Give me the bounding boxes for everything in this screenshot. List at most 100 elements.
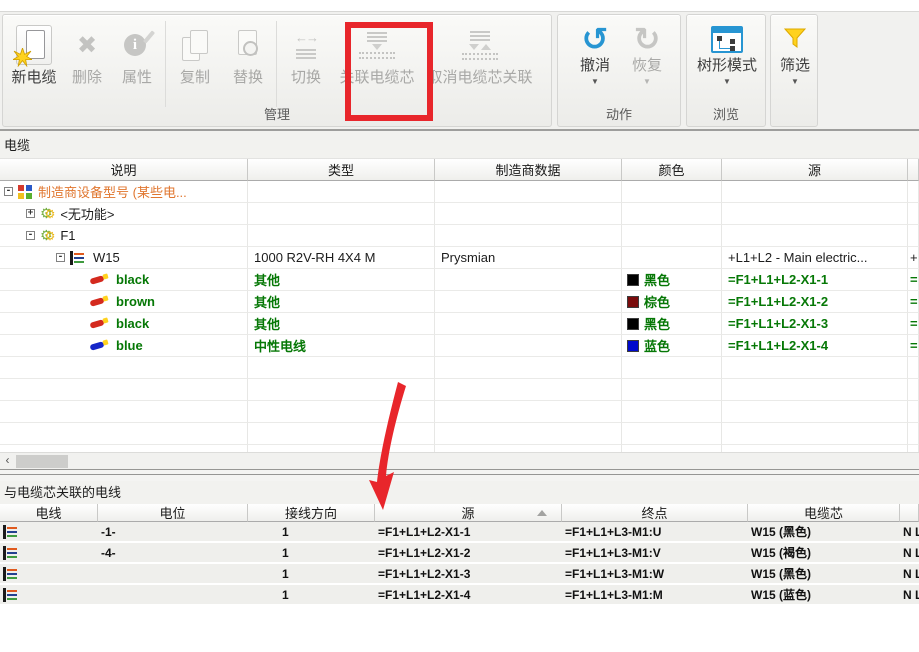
color-swatch [627,296,639,308]
row-label: W15 [93,250,120,265]
scroll-left-arrow-icon[interactable] [0,453,15,469]
table-row-cable-w15[interactable]: W15 1000 R2V-RH 4X4 MPrysmian+L1+L2 - Ma… [0,247,919,269]
column-header-clipped[interactable] [908,159,919,181]
tree-mode-icon [711,21,743,57]
group-label-action: 动作 [558,104,680,123]
copy-icon [182,21,208,69]
filter-funnel-icon [783,21,807,57]
filter-dropdown-arrow-icon[interactable] [791,77,799,87]
properties-button[interactable]: 属性 [111,19,163,87]
column-header-manufacturer[interactable]: 制造商数据 [435,159,622,181]
redo-dropdown-arrow-icon[interactable] [643,77,651,87]
copy-label: 复制 [180,69,210,87]
tree-mode-label: 树形模式 [697,57,757,75]
column-header-potential[interactable]: 电位 [98,504,248,522]
tree-mode-button[interactable]: 树形模式 [690,19,764,87]
column-header-source[interactable]: 源 [722,159,908,181]
row-label: black [116,272,149,287]
copy-button[interactable]: 复制 [168,19,222,87]
redo-label: 恢复 [632,57,662,75]
wire-icon [88,339,110,352]
row-label: brown [116,294,155,309]
scrollbar-thumb[interactable] [16,455,68,468]
table-row-wire-blue[interactable]: blue 中性电线 蓝色 =F1+L1+L2-X1-4= [0,335,919,357]
row-label: blue [116,338,143,353]
cables-table: 说明 类型 制造商数据 颜色 源 制造商设备型号 (某些电... <无功能> F… [0,159,919,452]
annotation-highlight-box [345,22,433,121]
switch-label: 切换 [291,69,321,87]
table-row-function-f1[interactable]: F1 [0,225,919,247]
delete-label: 删除 [72,69,102,87]
undo-button[interactable]: 撤消 [568,19,622,87]
unlink-cable-core-label: 取消电缆芯关联 [427,69,532,87]
wire-icon [88,317,110,330]
new-cable-icon [16,21,52,69]
toolbar-separator [276,21,277,107]
undo-dropdown-arrow-icon[interactable] [591,77,599,87]
ribbon-group-action: 撤消 恢复 动作 [557,14,681,127]
column-header-color[interactable]: 颜色 [622,159,722,181]
color-swatch [627,318,639,330]
row-label: F1 [60,228,75,243]
column-header-cable-core[interactable]: 电缆芯 [748,504,900,522]
table-row-wire-black-1[interactable]: black 其他 黑色 =F1+L1+L2-X1-1= [0,269,919,291]
function-gears-icon [40,228,55,244]
delete-icon [77,21,97,69]
wire-lines-icon [3,525,20,539]
expand-toggle[interactable] [26,231,35,240]
empty-row [0,379,919,401]
ribbon-toolbar: 新电缆 删除 属性 复制 替换 [0,0,919,129]
wires-panel-title: 与电缆芯关联的电线 [0,481,919,504]
wire-row-3[interactable]: 1 =F1+L1+L2-X1-3=F1+L1+L3-M1:W W15 (黑色)N… [0,564,919,585]
expand-toggle[interactable] [56,253,65,262]
window-top-strip [0,0,919,12]
ribbon-group-filter: 筛选 [770,14,818,127]
replace-search-icon [234,21,262,69]
horizontal-scrollbar[interactable] [0,452,919,469]
column-header-endpoint[interactable]: 终点 [562,504,748,522]
tree-mode-dropdown-arrow-icon[interactable] [723,77,731,87]
table-row-wire-black-2[interactable]: black 其他 黑色 =F1+L1+L2-X1-3= [0,313,919,335]
properties-label: 属性 [122,69,152,87]
table-row-device-type[interactable]: 制造商设备型号 (某些电... [0,181,919,203]
color-swatch [627,274,639,286]
column-header-type[interactable]: 类型 [248,159,435,181]
panel-splitter[interactable] [0,469,919,481]
delete-button[interactable]: 删除 [63,19,111,87]
replace-button[interactable]: 替换 [222,19,274,87]
new-cable-button[interactable]: 新电缆 [5,19,63,87]
wires-table-header: 电线 电位 接线方向 源 终点 电缆芯 [0,504,919,522]
group-label-manage: 管理 [3,104,551,123]
filter-button[interactable]: 筛选 [773,19,817,87]
cables-panel-title: 电缆 [0,131,919,159]
wire-icon [88,295,110,308]
toolbar-separator [165,21,166,107]
empty-row [0,401,919,423]
wire-row-4[interactable]: 1 =F1+L1+L2-X1-4=F1+L1+L3-M1:M W15 (蓝色)N… [0,585,919,606]
expand-toggle[interactable] [4,187,13,196]
unlink-cable-core-icon [462,21,498,69]
unlink-cable-core-button[interactable]: 取消电缆芯关联 [421,19,539,87]
row-label: black [116,316,149,331]
wire-row-2[interactable]: -4-1 =F1+L1+L2-X1-2=F1+L1+L3-M1:V W15 (褐… [0,543,919,564]
sort-ascending-icon[interactable] [537,510,547,516]
column-header-clipped[interactable] [900,504,919,522]
table-row-wire-brown[interactable]: brown 其他 棕色 =F1+L1+L2-X1-2= [0,291,919,313]
color-swatch [627,340,639,352]
expand-toggle[interactable] [26,209,35,218]
undo-label: 撤消 [580,57,610,75]
redo-icon [634,21,661,57]
info-pencil-icon [124,21,150,69]
switch-button[interactable]: 切换 [279,19,333,87]
redo-button[interactable]: 恢复 [622,19,672,87]
table-row-no-function[interactable]: <无功能> [0,203,919,225]
undo-icon [582,21,609,57]
wire-row-1[interactable]: -1-1 =F1+L1+L2-X1-1=F1+L1+L3-M1:U W15 (黑… [0,522,919,543]
wire-lines-icon [3,546,20,560]
column-header-description[interactable]: 说明 [0,159,248,181]
function-gears-icon [40,206,55,222]
wire-icon [88,273,110,286]
row-label: <无功能> [60,204,114,223]
column-header-wire[interactable]: 电线 [0,504,98,522]
filter-label: 筛选 [780,57,810,75]
